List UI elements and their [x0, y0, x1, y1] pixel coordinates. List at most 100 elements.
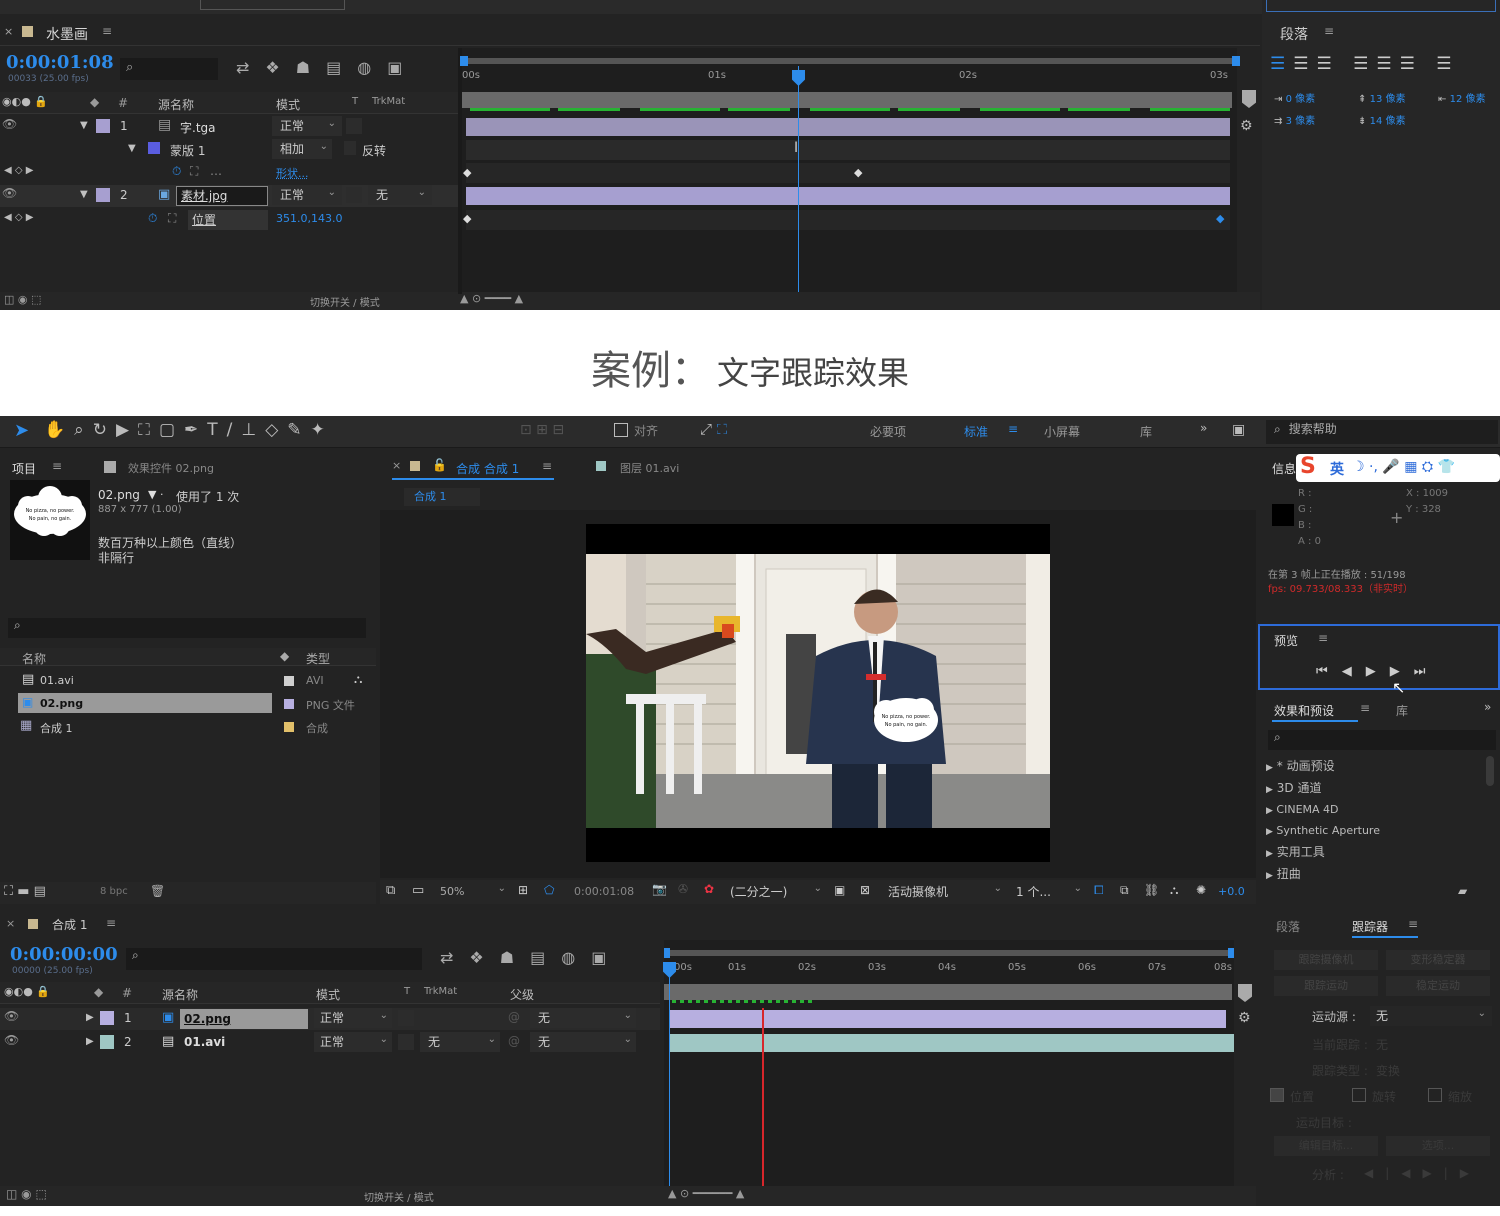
draft-3d-icon[interactable]: ❖ [469, 948, 499, 967]
label-swatch[interactable] [284, 722, 294, 732]
effects-category[interactable]: ▶ 3D 通道 [1266, 778, 1380, 800]
expand-arrow-icon[interactable]: ▼ [80, 189, 88, 200]
mask-color-swatch[interactable] [148, 142, 160, 154]
project-tab[interactable]: 项目 [12, 460, 36, 477]
hand-tool-icon[interactable]: ✋ [44, 420, 74, 440]
col-parent[interactable]: 父级 [510, 986, 534, 1003]
timecode[interactable]: 0:00:01:08 [6, 52, 114, 73]
warp-stabilizer-button[interactable]: 变形稳定器 [1386, 950, 1490, 970]
transparency-grid-icon[interactable]: ⊠ [860, 883, 870, 897]
frame-blend-icon[interactable]: ▤ [326, 58, 357, 77]
pan-behind-icon[interactable]: ⛶ [138, 420, 159, 440]
footer-icons[interactable]: ◫ ◉ ⬚ [4, 293, 41, 306]
playback-controls[interactable]: ⏮◀▶▶⏭ [1316, 664, 1439, 679]
effects-category[interactable]: ▶ * 动画预设 [1266, 756, 1380, 778]
safe-margins-icon[interactable]: ⊞ [518, 883, 528, 897]
col-source[interactable]: 源名称 [162, 986, 198, 1003]
zoom-slider[interactable]: ▲ ⊙ ━━━━ ▲ [460, 292, 523, 305]
comp-marker-bin-icon[interactable] [1238, 984, 1252, 1002]
new-folder-icon[interactable]: ▰ [1458, 884, 1467, 898]
more-icon[interactable]: » [1484, 700, 1491, 714]
options-button[interactable]: 选项... [1386, 1136, 1490, 1156]
panel-menu-icon[interactable]: ≡ [106, 916, 116, 930]
motion-source-dropdown[interactable]: 无 ⌄ [1370, 1006, 1492, 1026]
preserve-transparency-checkbox[interactable] [398, 1010, 414, 1026]
prev-frame-icon[interactable]: ◀ [1342, 664, 1366, 679]
footer-icons[interactable]: ⛶ ▬ ▤ [4, 884, 46, 899]
search-help-input[interactable]: ⌕ 搜索帮助 [1266, 420, 1498, 444]
expand-arrow-icon[interactable]: ▶ [86, 1036, 94, 1047]
zoom-tool-icon[interactable]: ⌕ [74, 420, 93, 440]
type-tool-icon[interactable]: T [207, 420, 226, 440]
position-checkbox[interactable] [1270, 1088, 1284, 1102]
keyframe-nav-icon[interactable]: ◀ ◇ ▶ [4, 212, 33, 223]
panel-menu-icon[interactable]: ≡ [1324, 24, 1334, 38]
layer-search-input[interactable]: ⌕ [120, 58, 218, 80]
preview-tab[interactable]: 预览 [1274, 632, 1298, 649]
fast-preview-icon[interactable]: ⧉ [1120, 883, 1129, 898]
brush-tool-icon[interactable]: / [227, 420, 242, 440]
first-frame-icon[interactable]: ⏮ [1316, 664, 1342, 679]
analyze-back-step-icon[interactable]: ◀| [1364, 1166, 1401, 1180]
channel-icon[interactable]: ✿ [704, 882, 714, 896]
layer-row-2[interactable]: 👁 ▼ 2 ▣ 素材.jpg 正常 ⌄ 无 ⌄ [0, 185, 458, 207]
rectangle-tool-icon[interactable]: ▢ [159, 420, 184, 440]
scrollbar[interactable] [1486, 756, 1494, 786]
layer-row-2[interactable]: 👁 ▶ 2 ▤ 01.avi 正常 ⌄ 无 ⌄ @ 无 ⌄ [0, 1032, 660, 1054]
stopwatch-icon[interactable]: ⏱ [148, 211, 157, 226]
preserve-transparency-checkbox[interactable] [346, 118, 362, 134]
mode-dropdown[interactable]: 正常 ⌄ [272, 116, 342, 136]
paragraph-top-field[interactable] [1266, 0, 1496, 12]
track-type-value[interactable]: 变换 [1376, 1062, 1400, 1079]
sync-icon[interactable]: ▣ [1232, 422, 1245, 438]
monitor-icon[interactable]: ▭ [412, 883, 424, 898]
pick-whip-icon[interactable]: @ [508, 1010, 520, 1024]
eye-speaker-icon[interactable]: 👁 [4, 1033, 19, 1047]
trkmat-dropdown[interactable]: 无 ⌄ [368, 185, 432, 205]
label-color-swatch[interactable] [100, 1011, 114, 1025]
effects-search-input[interactable]: ⌕ [1268, 730, 1496, 750]
expand-arrow-icon[interactable]: ▶ [86, 1012, 94, 1023]
expand-arrow-icon[interactable]: ▼ [128, 143, 136, 154]
label-col-icon[interactable]: ◆ [280, 649, 289, 663]
layer-name[interactable]: 字.tga [180, 119, 216, 136]
axis-mode-icons[interactable]: ⊡ ⊞ ⊟ [520, 422, 564, 438]
layer-search-input[interactable]: ⌕ [126, 948, 422, 970]
effect-controls-tab[interactable]: 效果控件 02.png [128, 460, 214, 476]
snap-checkbox[interactable] [614, 423, 628, 437]
panel-menu-icon[interactable]: ≡ [1408, 917, 1418, 931]
panel-menu-icon[interactable]: ≡ [102, 24, 112, 38]
work-end-handle[interactable] [1232, 56, 1240, 66]
current-track-value[interactable]: 无 [1376, 1036, 1388, 1053]
keyframe-diamond-icon[interactable]: ◆ [1216, 212, 1224, 225]
trkmat-dropdown[interactable]: 无 ⌄ [420, 1032, 500, 1052]
close-icon[interactable]: × [392, 459, 401, 472]
work-end-handle[interactable] [1228, 948, 1234, 958]
bpc-label[interactable]: 8 bpc [100, 886, 128, 897]
mask-visibility-icon[interactable]: ⬠ [544, 883, 554, 897]
work-start-handle[interactable] [664, 948, 670, 958]
analyze-forward-step-icon[interactable]: |▶ [1444, 1166, 1481, 1180]
snap-options-icon[interactable]: ⤢ ⛶ [700, 420, 727, 438]
keyframe-nav-icon[interactable]: ◀ ◇ ▶ [4, 165, 33, 176]
mask-name[interactable]: 蒙版 1 [170, 142, 205, 159]
align-buttons[interactable]: ☰☰☰ ☰☰☰ ☰ [1270, 54, 1460, 74]
mode-dropdown[interactable]: 正常 ⌄ [272, 185, 342, 205]
current-time-indicator[interactable] [798, 66, 799, 292]
panel-close-icon[interactable]: × [4, 24, 13, 38]
zoom-slider[interactable]: ▲ ⊙ ━━━━━━ ▲ [668, 1187, 744, 1200]
puppet-pin-icon[interactable]: ✦ [311, 420, 334, 440]
camera-tool-icon[interactable]: ▶ [116, 420, 138, 440]
layer-bar-2[interactable] [466, 187, 1230, 205]
preserve-transparency-checkbox[interactable] [398, 1034, 414, 1050]
layer-name-edit[interactable]: 素材.jpg [176, 186, 268, 206]
graph-editor-icon[interactable]: ▣ [387, 58, 418, 77]
roto-brush-icon[interactable]: ✎ [287, 420, 310, 440]
mode-dropdown[interactable]: 正常 ⌄ [314, 1032, 392, 1052]
selection-tool-icon[interactable]: ➤ [14, 420, 29, 441]
comp-tab[interactable]: 合成 合成 1 [456, 460, 519, 477]
property-name[interactable]: 位置 [188, 210, 268, 230]
layer-bar-2[interactable] [670, 1034, 1234, 1052]
analyze-buttons[interactable]: ◀|◀▶|▶ [1364, 1166, 1481, 1180]
rotate-tool-icon[interactable]: ↻ [93, 420, 116, 440]
